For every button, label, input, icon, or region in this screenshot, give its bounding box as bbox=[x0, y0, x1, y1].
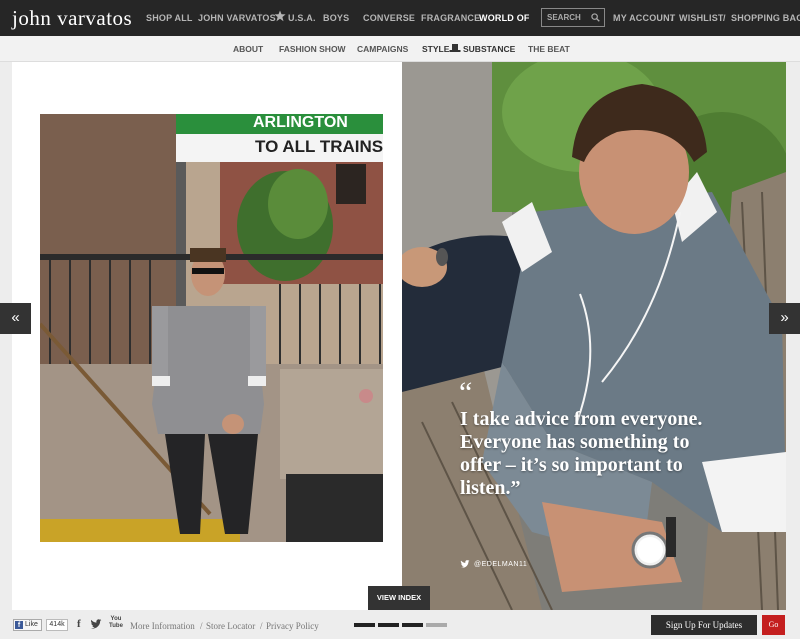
nav-usa[interactable]: U.S.A. bbox=[288, 13, 316, 23]
youtube-top: You bbox=[110, 616, 122, 622]
footer-link-separator: / bbox=[260, 621, 263, 631]
nav-fragrance[interactable]: FRAGRANCE bbox=[421, 13, 480, 23]
nav-shopping-bag[interactable]: SHOPPING BAG bbox=[731, 13, 800, 23]
subway-station-illustration: ARLINGTON TO ALL TRAINS bbox=[40, 114, 383, 542]
footer-link-separator: / bbox=[200, 621, 203, 631]
slide-indicator[interactable] bbox=[378, 623, 399, 627]
slide-indicator[interactable] bbox=[402, 623, 423, 627]
like-label: Like bbox=[25, 621, 38, 628]
twitter-handle[interactable]: @EDELMAN11 bbox=[474, 561, 527, 568]
subnav-about[interactable]: ABOUT bbox=[233, 44, 263, 54]
twitter-icon[interactable] bbox=[460, 560, 470, 569]
search-box[interactable]: SEARCH bbox=[541, 8, 605, 27]
facebook-icon[interactable]: f bbox=[77, 618, 81, 630]
search-icon[interactable] bbox=[591, 13, 600, 22]
subway-station-photo: ARLINGTON TO ALL TRAINS bbox=[40, 114, 383, 542]
station-sign-line1: ARLINGTON bbox=[253, 114, 348, 131]
twitter-footer-icon[interactable] bbox=[90, 619, 102, 630]
signup-input[interactable]: Sign Up For Updates bbox=[651, 615, 757, 635]
footer-link-store-locator[interactable]: Store Locator bbox=[206, 621, 255, 631]
footer-link-more-information[interactable]: More Information bbox=[130, 621, 195, 631]
subnav-fashion-show[interactable]: FASHION SHOW bbox=[279, 44, 346, 54]
nav-world-of[interactable]: WORLD OF bbox=[479, 13, 530, 23]
hat-icon bbox=[449, 44, 461, 52]
prev-arrow-button[interactable]: « bbox=[0, 303, 31, 334]
nav-separator: / bbox=[671, 13, 674, 23]
park-bench-photo bbox=[402, 62, 786, 610]
nav-shop-all[interactable]: SHOP ALL bbox=[146, 13, 193, 23]
facebook-logo-icon: f bbox=[15, 621, 23, 629]
subnav-style[interactable]: STYLE bbox=[422, 44, 449, 54]
go-button[interactable]: Go bbox=[762, 615, 785, 635]
footer-link-privacy-policy[interactable]: Privacy Policy bbox=[266, 621, 319, 631]
youtube-bottom: Tube bbox=[109, 623, 123, 629]
park-bench-illustration bbox=[402, 62, 786, 610]
like-count: 414k bbox=[46, 619, 68, 631]
subnav-substance[interactable]: SUBSTANCE bbox=[463, 44, 515, 54]
slide-indicator[interactable] bbox=[426, 623, 447, 627]
nav-converse[interactable]: CONVERSE bbox=[363, 13, 415, 23]
star-icon bbox=[274, 10, 286, 22]
subnav-the-beat[interactable]: THE BEAT bbox=[528, 44, 570, 54]
quote-mark-icon: “ bbox=[459, 376, 473, 409]
station-sign-line2: TO ALL TRAINS bbox=[255, 137, 383, 156]
search-input[interactable]: SEARCH bbox=[547, 13, 581, 22]
next-arrow-button[interactable]: » bbox=[769, 303, 800, 334]
youtube-icon[interactable]: You Tube bbox=[108, 616, 124, 630]
logo[interactable]: john varvatos bbox=[12, 6, 132, 31]
nav-john-varvatos[interactable]: JOHN VARVATOS bbox=[198, 13, 276, 23]
nav-boys[interactable]: BOYS bbox=[323, 13, 349, 23]
nav-wishlist[interactable]: WISHLIST bbox=[679, 13, 724, 23]
subnav-campaigns[interactable]: CAMPAIGNS bbox=[357, 44, 408, 54]
nav-separator: / bbox=[723, 13, 726, 23]
nav-my-account[interactable]: MY ACCOUNT bbox=[613, 13, 676, 23]
quote-text: I take advice from everyone. Everyone ha… bbox=[460, 408, 703, 499]
facebook-like-button[interactable]: f Like bbox=[13, 619, 42, 631]
view-index-button[interactable]: VIEW INDEX bbox=[368, 586, 430, 610]
slide-indicator[interactable] bbox=[354, 623, 375, 627]
